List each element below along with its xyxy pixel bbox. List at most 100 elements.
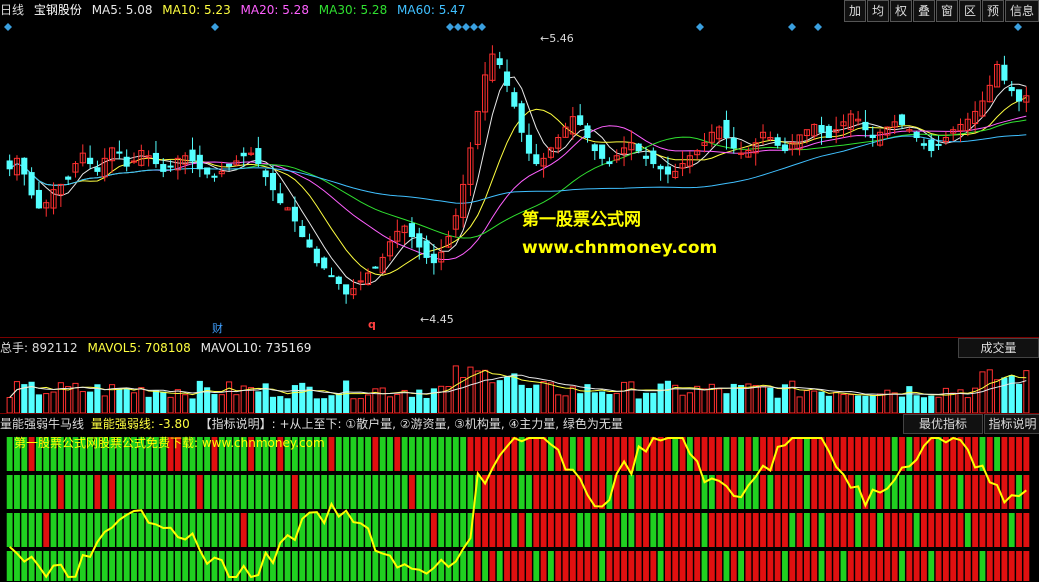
candle-body <box>262 170 269 178</box>
indicator-bar <box>701 437 708 471</box>
signal-diamond-icon <box>696 23 704 31</box>
indicator-bar <box>803 513 810 547</box>
candle-body <box>152 152 160 165</box>
indicator-bar <box>394 475 401 509</box>
volume-bar <box>57 382 64 413</box>
indicator-bar <box>994 551 1001 581</box>
indicator-bar <box>891 513 898 547</box>
indicator-bar <box>28 475 35 509</box>
volume-bar <box>50 391 57 413</box>
volume-bar <box>635 398 642 413</box>
indicator-bar <box>657 551 664 581</box>
candle-body <box>204 167 211 175</box>
indicator-bar <box>248 513 254 547</box>
indicator-bar <box>423 551 430 581</box>
volume-bar <box>401 389 408 413</box>
indicator-bar <box>533 513 540 547</box>
candle-body <box>21 157 28 175</box>
volume-bar <box>657 383 664 413</box>
indicator-bar <box>547 551 554 581</box>
indicator-bar <box>760 551 766 581</box>
indicator-bar <box>1023 437 1030 471</box>
indicator-bar <box>540 513 547 547</box>
indicator-bar <box>533 437 540 471</box>
indicator-bar <box>569 551 576 581</box>
indicator-bar <box>430 475 437 509</box>
indicator-bar <box>182 513 189 547</box>
indicator-bar <box>884 513 891 547</box>
indicator-bar <box>877 437 883 471</box>
price-chart[interactable] <box>0 20 1039 338</box>
indicator-bar <box>218 475 225 509</box>
indicator-bar <box>643 437 649 471</box>
indicator-bar <box>211 513 218 547</box>
period-label[interactable]: 日线 <box>0 3 24 17</box>
indicator-help-tab[interactable]: 指标说明 <box>984 414 1039 434</box>
volume-bar <box>116 388 123 413</box>
volume-bar <box>87 391 94 413</box>
indicator-bar <box>877 551 883 581</box>
indicator-bar <box>884 551 891 581</box>
toolbar-predict-button[interactable]: 预 <box>982 0 1004 22</box>
candle-body <box>416 233 423 248</box>
indicator-bar <box>957 513 964 547</box>
toolbar-avg-button[interactable]: 均 <box>867 0 889 22</box>
volume-bar <box>460 377 467 413</box>
indicator-chart[interactable] <box>0 434 1039 581</box>
indicator-bar <box>14 475 20 509</box>
indicator-bar <box>365 437 371 471</box>
indicator-bar <box>708 551 715 581</box>
indicator-bar <box>730 513 737 547</box>
toolbar-rights-button[interactable]: 权 <box>890 0 912 22</box>
volume-bar <box>584 384 591 413</box>
toolbar-range-button[interactable]: 区 <box>959 0 981 22</box>
indicator-bar <box>204 551 211 581</box>
indicator-bar <box>401 475 408 509</box>
volume-bar <box>386 396 394 413</box>
indicator-bar <box>972 513 979 547</box>
indicator-bar <box>913 551 920 581</box>
volume-bar <box>1015 383 1023 413</box>
candle-body <box>255 148 262 165</box>
candle-body <box>650 150 657 165</box>
toolbar-add-button[interactable]: 加 <box>844 0 866 22</box>
best-indicator-tab[interactable]: 最优指标 <box>903 414 983 434</box>
indicator-bar <box>562 551 569 581</box>
volume-bar <box>13 381 21 413</box>
indicator-bar <box>921 513 927 547</box>
volume-bar <box>343 380 350 413</box>
indicator-bar <box>803 475 810 509</box>
volume-bar <box>664 380 672 413</box>
indicator-bar <box>335 437 342 471</box>
indicator-bar <box>145 551 152 581</box>
finance-marker[interactable]: 财 <box>212 320 223 336</box>
toolbar-info-button[interactable]: 信息 <box>1005 0 1039 22</box>
indicator-bar <box>760 475 766 509</box>
indicator-bar <box>240 475 247 509</box>
indicator-bar <box>818 551 825 581</box>
volume-bar <box>540 381 547 413</box>
volume-tab[interactable]: 成交量 <box>958 338 1039 358</box>
indicator-bar <box>584 437 591 471</box>
candle-body <box>269 173 277 191</box>
indicator-bar <box>782 475 788 509</box>
volume-bar <box>606 394 613 413</box>
indicator-bar <box>935 475 942 509</box>
indicator-bar <box>701 513 708 547</box>
indicator-bar <box>789 551 796 581</box>
q-marker[interactable]: q <box>368 318 376 331</box>
volume-bar <box>101 395 108 413</box>
toolbar-window-button[interactable]: 窗 <box>936 0 958 22</box>
volume-bar <box>906 386 913 413</box>
indicator-bar <box>460 513 467 547</box>
indicator-bar <box>526 475 532 509</box>
volume-bar <box>620 381 628 413</box>
indicator-bar <box>299 475 306 509</box>
indicator-bar <box>547 513 554 547</box>
candle-body <box>189 149 196 162</box>
volume-chart[interactable] <box>0 358 1039 413</box>
volume-bar <box>518 384 525 413</box>
volume-bar <box>482 369 489 413</box>
indicator-bar <box>357 513 364 547</box>
toolbar-overlay-button[interactable]: 叠 <box>913 0 935 22</box>
